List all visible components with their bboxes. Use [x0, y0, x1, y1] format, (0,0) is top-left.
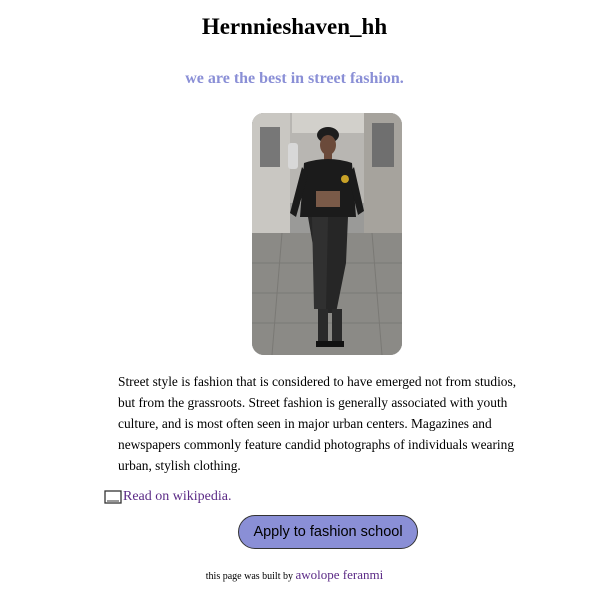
- street-fashion-photo: [252, 113, 402, 355]
- page-title: Hernnieshaven_hh: [201, 14, 388, 39]
- tagline: we are the best in street fashion.: [185, 70, 404, 87]
- description-text: Street style is fashion that is consider…: [118, 374, 517, 473]
- wikipedia-link[interactable]: Read on wikipedia.: [123, 489, 231, 505]
- apply-button[interactable]: Apply to fashion school: [238, 515, 418, 549]
- footer: this page was built by awolope feranmi: [0, 567, 589, 583]
- author-link[interactable]: awolope feranmi: [296, 567, 384, 582]
- built-by-text: this page was built by: [205, 571, 293, 582]
- wiki-row: Read on wikipedia.: [104, 489, 231, 505]
- book-icon: [104, 490, 122, 504]
